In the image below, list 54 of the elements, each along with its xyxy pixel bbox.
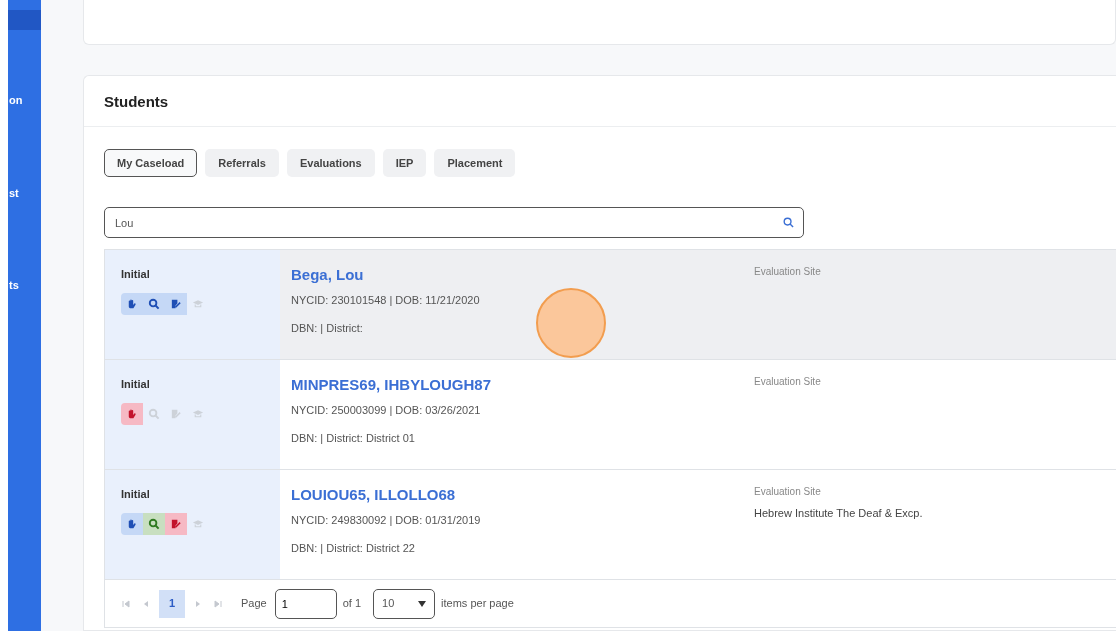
signature-icon	[170, 407, 182, 420]
field-label: Evaluation Site	[754, 375, 821, 390]
student-name-link[interactable]: LOUIOU65, ILLOLLO68	[291, 484, 456, 507]
page-input[interactable]: 1	[274, 588, 337, 619]
caret-icon	[418, 600, 427, 607]
magnifier-icon	[148, 407, 160, 420]
status-label: Initial	[121, 487, 151, 503]
search-field[interactable]: Lou	[104, 207, 804, 239]
action-button[interactable]	[143, 512, 165, 535]
sidebar-header	[8, 10, 41, 30]
action-button[interactable]	[121, 292, 143, 315]
page-number[interactable]: 1	[159, 589, 185, 618]
student-district: DBN: | District: District 01	[291, 431, 415, 447]
tab[interactable]: Evaluations	[286, 149, 375, 178]
student-district: DBN: | District: District 22	[291, 541, 415, 557]
page-count: of 1	[342, 596, 362, 612]
student-ids: NYCID: 249830092 | DOB: 01/31/2019	[291, 512, 481, 528]
tab[interactable]: My Caseload	[104, 149, 198, 178]
tab[interactable]: Placement	[434, 149, 516, 178]
signature-icon	[170, 517, 182, 530]
hand-icon	[126, 297, 138, 310]
student-ids: NYCID: 250003099 | DOB: 03/26/2021	[291, 402, 481, 418]
student-ids: NYCID: 230101548 | DOB: 11/21/2020	[291, 292, 480, 308]
hand-icon	[126, 517, 138, 530]
magnifier-icon	[148, 517, 160, 530]
page-size-value: 10	[382, 596, 395, 612]
sidebar-item[interactable]: ts	[8, 277, 41, 294]
magnifier-icon	[148, 297, 160, 310]
search-icon	[783, 217, 794, 229]
student-row[interactable]: Initial Bega, Lou NYCID: 230101548 | DOB: 11/21/2020 DBN: | District: Evaluation Site	[105, 250, 1116, 361]
hand-icon	[126, 407, 138, 420]
student-district: DBN: | District:	[291, 321, 363, 337]
student-name-link[interactable]: Bega, Lou	[291, 264, 364, 287]
action-button[interactable]	[121, 512, 143, 535]
student-name-link[interactable]: MINPRES69, IHBYLOUGH87	[291, 374, 492, 397]
field-label: Evaluation Site	[754, 485, 822, 500]
action-button[interactable]	[165, 292, 187, 315]
student-row[interactable]: Initial MINPRES69, IHBYLOUGH87 NYCID: 250003099 | DOB: 03/26/2021 DBN: | District: District 01 Evaluation Site	[105, 360, 1116, 471]
student-row[interactable]: Initial LOUIOU65, ILLOLLO68 NYCID: 249830092 | DOB: 01/31/2019 DBN: | District: District 22 Evaluation Site Hebrew Institute The Deaf & Excp.	[105, 470, 1116, 581]
status-label: Initial	[121, 267, 151, 283]
field-label: Evaluation Site	[754, 265, 821, 280]
action-button[interactable]	[121, 402, 143, 425]
tab[interactable]: IEP	[382, 149, 427, 178]
sidebar-item[interactable]: on	[8, 92, 41, 109]
tab[interactable]: Referrals	[205, 149, 279, 178]
action-button[interactable]	[165, 512, 187, 535]
status-label: Initial	[121, 377, 151, 393]
page-label: Page	[241, 596, 267, 612]
page-size-select[interactable]: 10	[373, 588, 436, 619]
field-value: Hebrew Institute The Deaf & Excp.	[754, 506, 923, 522]
card-title: Students	[104, 93, 169, 110]
page-size-label: items per page	[441, 596, 514, 612]
sidebar-item[interactable]: st	[8, 184, 41, 201]
signature-icon	[170, 297, 182, 310]
